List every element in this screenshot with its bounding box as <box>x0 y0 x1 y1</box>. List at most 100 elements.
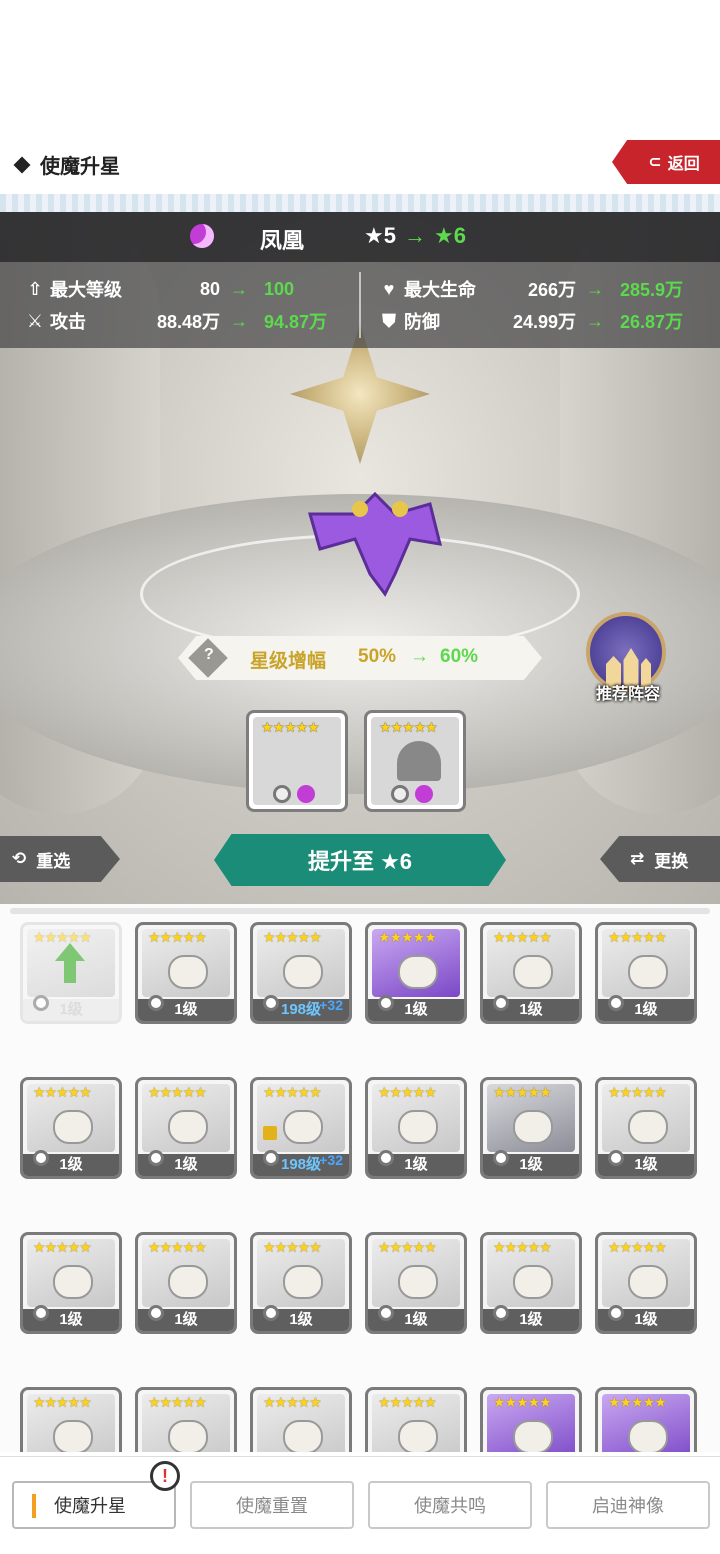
tab-label: 使魔升星 <box>54 1496 126 1516</box>
card-stars: ★★★★★ <box>378 1084 437 1100</box>
helmet-placeholder-icon <box>397 741 441 781</box>
card-stars: ★★★★★ <box>148 1394 207 1410</box>
stat-arrow: → <box>586 278 604 299</box>
star-boost-bar: ? 星级增幅 50% → 60% <box>178 636 542 680</box>
pet-card[interactable]: ★★★★★ <box>595 1387 697 1452</box>
stat-old: 80 <box>199 278 220 299</box>
return-arrow-icon: ⊂ <box>648 154 662 171</box>
star-from: ★5 <box>364 223 396 248</box>
pet-card[interactable]: ★★★★★ 1级 <box>595 1077 697 1179</box>
back-button[interactable]: ⊂ 返回 <box>612 140 720 184</box>
pet-card[interactable]: ★★★★★ <box>20 1387 122 1452</box>
boost-label: 星级增幅 <box>250 651 327 672</box>
card-stars: ★★★★★ <box>493 929 552 945</box>
active-tab-accent <box>32 1494 36 1518</box>
stage-top-pattern <box>0 194 720 212</box>
gear-icon <box>148 1150 164 1166</box>
pet-card[interactable]: ★★★★★ 1级 <box>595 922 697 1024</box>
tab-statue[interactable]: 启迪神像 <box>546 1481 710 1529</box>
alert-icon: ! <box>150 1461 180 1491</box>
card-stars: ★★★★★ <box>263 1084 322 1100</box>
pet-face <box>53 1110 93 1144</box>
stats-panel: ⇧ 最大等级 80 → 100 ⚔ 攻击 88.48万 → 94.87万 ♥ 最… <box>0 262 720 348</box>
tab-reset[interactable]: 使魔重置 <box>190 1481 354 1529</box>
tab-resonance[interactable]: 使魔共鸣 <box>368 1481 532 1529</box>
upgrade-button[interactable]: 提升至 ★6 <box>214 834 506 886</box>
pet-card[interactable]: ★★★★★ 1级 <box>480 922 582 1024</box>
gear-icon <box>608 1305 624 1321</box>
tab-star-up[interactable]: 使魔升星 <box>12 1481 176 1529</box>
material-stars: ★★★★★ <box>261 719 320 735</box>
pet-grid: ★★★★★ 1级 ★★★★★ 1级 ★★★★★ +32 198级 ★★★★★ 1级 ★★★★★ 1级… <box>20 922 697 1452</box>
pet-card[interactable]: ★★★★★ 1级 <box>20 922 122 1024</box>
pet-card[interactable]: ★★★★★ 1级 <box>365 1077 467 1179</box>
list-scrollbar[interactable] <box>10 908 710 914</box>
shield-icon: ⛊ <box>382 310 396 331</box>
card-stars: ★★★★★ <box>378 929 437 945</box>
card-stars: ★★★★★ <box>493 1394 552 1410</box>
pet-card[interactable]: ★★★★★ 1级 <box>135 922 237 1024</box>
pet-card[interactable]: ★★★★★ 1级 <box>20 1077 122 1179</box>
reselect-label: 重选 <box>36 851 71 871</box>
stat-new: 100 <box>264 278 295 299</box>
pet-face <box>513 1110 553 1144</box>
pet-card[interactable]: ★★★★★ 1级 <box>480 1077 582 1179</box>
stat-label: 攻击 <box>50 312 86 332</box>
card-stars: ★★★★★ <box>608 1394 667 1410</box>
pet-card[interactable]: ★★★★★ 1级 <box>365 922 467 1024</box>
pet-face <box>283 1420 323 1452</box>
pet-face <box>628 955 668 989</box>
stat-new: 94.87万 <box>264 312 328 332</box>
stats-divider <box>359 272 361 338</box>
card-stars: ★★★★★ <box>148 1239 207 1255</box>
pet-name-bar: 凤凰 ★5 → ★6 <box>0 212 720 262</box>
bottom-tab-bar: 使魔升星 ! 使魔重置 使魔共鸣 启迪神像 <box>0 1456 720 1554</box>
pet-name: 凤凰 <box>260 228 305 253</box>
gear-icon <box>378 1150 394 1166</box>
star-to: ★6 <box>433 223 466 248</box>
card-stars: ★★★★★ <box>33 1239 92 1255</box>
material-stars: ★★★★★ <box>379 719 438 735</box>
reselect-button[interactable]: ⟲ 重选 <box>0 836 120 882</box>
recommend-lineup-button[interactable]: 推荐阵容 <box>586 612 670 703</box>
pet-list[interactable]: ★★★★★ 1级 ★★★★★ 1级 ★★★★★ +32 198级 ★★★★★ 1级 ★★★★★ 1级… <box>0 904 720 1452</box>
gear-icon <box>493 1150 509 1166</box>
pet-face <box>168 1265 208 1299</box>
swap-button[interactable]: ⇄ 更换 <box>600 836 720 882</box>
stat-defense: ⛊ 防御 24.99万 → 26.87万 <box>378 308 698 334</box>
stat-label: 防御 <box>404 312 440 332</box>
stat-old: 88.48万 <box>156 312 220 332</box>
card-stars: ★★★★★ <box>33 1394 92 1410</box>
star-change: ★5 → ★6 <box>364 223 466 249</box>
pet-card[interactable]: ★★★★★ 1级 <box>595 1232 697 1334</box>
pet-card[interactable]: ★★★★★ <box>250 1387 352 1452</box>
card-stars: ★★★★★ <box>263 1239 322 1255</box>
pet-card[interactable]: ★★★★★ <box>365 1387 467 1452</box>
pet-face <box>283 955 323 989</box>
pet-card[interactable]: ★★★★★ 1级 <box>480 1232 582 1334</box>
pet-face <box>398 1265 438 1299</box>
pet-face <box>628 1420 668 1452</box>
gear-icon <box>493 995 509 1011</box>
pet-card[interactable]: ★★★★★ 1级 <box>135 1232 237 1334</box>
stat-label: 最大等级 <box>50 280 122 300</box>
material-slot-1[interactable]: ★★★★★ <box>246 710 348 812</box>
pet-card[interactable]: ★★★★★ 1级 <box>20 1232 122 1334</box>
pet-face <box>628 1265 668 1299</box>
pet-card[interactable]: ★★★★★ <box>135 1387 237 1452</box>
gear-icon <box>33 1305 49 1321</box>
card-stars: ★★★★★ <box>263 929 322 945</box>
gear-icon <box>148 995 164 1011</box>
back-button-label: 返回 <box>667 156 700 173</box>
help-icon-text: ? <box>204 646 214 663</box>
pet-card[interactable]: ★★★★★ +32 198级 <box>250 922 352 1024</box>
material-slot-2[interactable]: ★★★★★ <box>364 710 466 812</box>
plus-badge: +32 <box>319 1152 343 1168</box>
phoenix-sprite[interactable] <box>300 484 450 604</box>
pet-card[interactable]: ★★★★★ +32 198级 <box>250 1077 352 1179</box>
pet-card[interactable]: ★★★★★ <box>480 1387 582 1452</box>
pet-card[interactable]: ★★★★★ 1级 <box>250 1232 352 1334</box>
pet-card[interactable]: ★★★★★ 1级 <box>365 1232 467 1334</box>
pet-card[interactable]: ★★★★★ 1级 <box>135 1077 237 1179</box>
stat-max-hp: ♥ 最大生命 266万 → 285.9万 <box>378 276 698 302</box>
